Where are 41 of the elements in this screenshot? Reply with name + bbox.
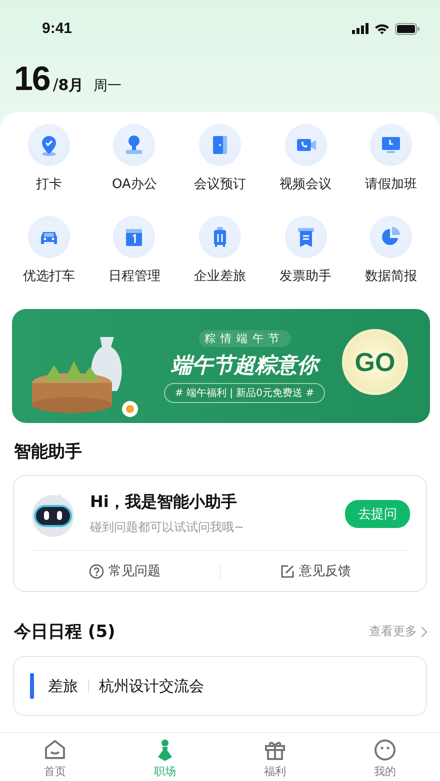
section-heading: 今日日程 (5) [14,621,116,643]
banner-kicker: 粽情端午节 [198,330,290,346]
tab-bar-item[interactable]: 首页 [0,733,110,781]
monitor-clock-icon [380,134,402,156]
tab-bar-item[interactable]: 我的 [330,733,440,781]
banner-headline: 端午节超粽意你 [171,350,318,378]
banner-tagline: # 端午福利 | 新品0元免费送 # [164,382,326,402]
app-shortcut[interactable]: 优选打车 [6,216,92,285]
tab-bar-item[interactable]: 福利 [220,733,330,781]
help-icon [89,564,104,578]
app-shortcut[interactable]: 日程管理 [92,216,178,285]
edit-icon [280,564,295,578]
promo-banner[interactable]: 粽情端午节 端午节超粽意你 # 端午福利 | 新品0元免费送 # GO [12,309,430,423]
chevron-right-icon [420,626,428,638]
weekday: 周一 [94,77,122,95]
assistant-link[interactable]: 常见问题 [30,562,220,580]
app-shortcut[interactable]: 请假加班 [348,124,434,193]
app-shortcut[interactable]: 会议预订 [177,124,263,193]
assistant-greeting: Hi，我是智能小助手 [90,492,238,513]
app-shortcut[interactable]: 企业差旅 [177,216,263,285]
section-heading: 智能助手 [12,441,83,463]
status-time: 9:41 [42,20,72,37]
date-day: 16 [14,60,50,99]
smiley-icon [373,738,397,762]
pie-chart-icon [380,226,402,248]
app-shortcut[interactable]: 数据简报 [348,216,434,285]
assistant-link[interactable]: 意见反馈 [220,562,410,580]
schedule-category: 差旅 [48,676,78,696]
battery-icon [395,22,420,34]
go-button[interactable]: GO [342,329,408,395]
assistant-hint: 碰到问题都可以试试问我哦~ [90,519,246,536]
app-shortcut[interactable]: 打卡 [6,124,92,193]
date-month: 8月 [58,76,84,95]
schedule-title: 杭州设计交流会 [99,676,204,696]
app-shortcut[interactable]: OA办公 [92,124,178,193]
app-shortcut[interactable]: 发票助手 [262,216,348,285]
date-separator: / [52,75,58,94]
home-icon [43,738,67,762]
wifi-icon [374,22,390,34]
signal-icon [352,23,369,34]
app-shortcut[interactable]: 视频会议 [262,124,348,193]
